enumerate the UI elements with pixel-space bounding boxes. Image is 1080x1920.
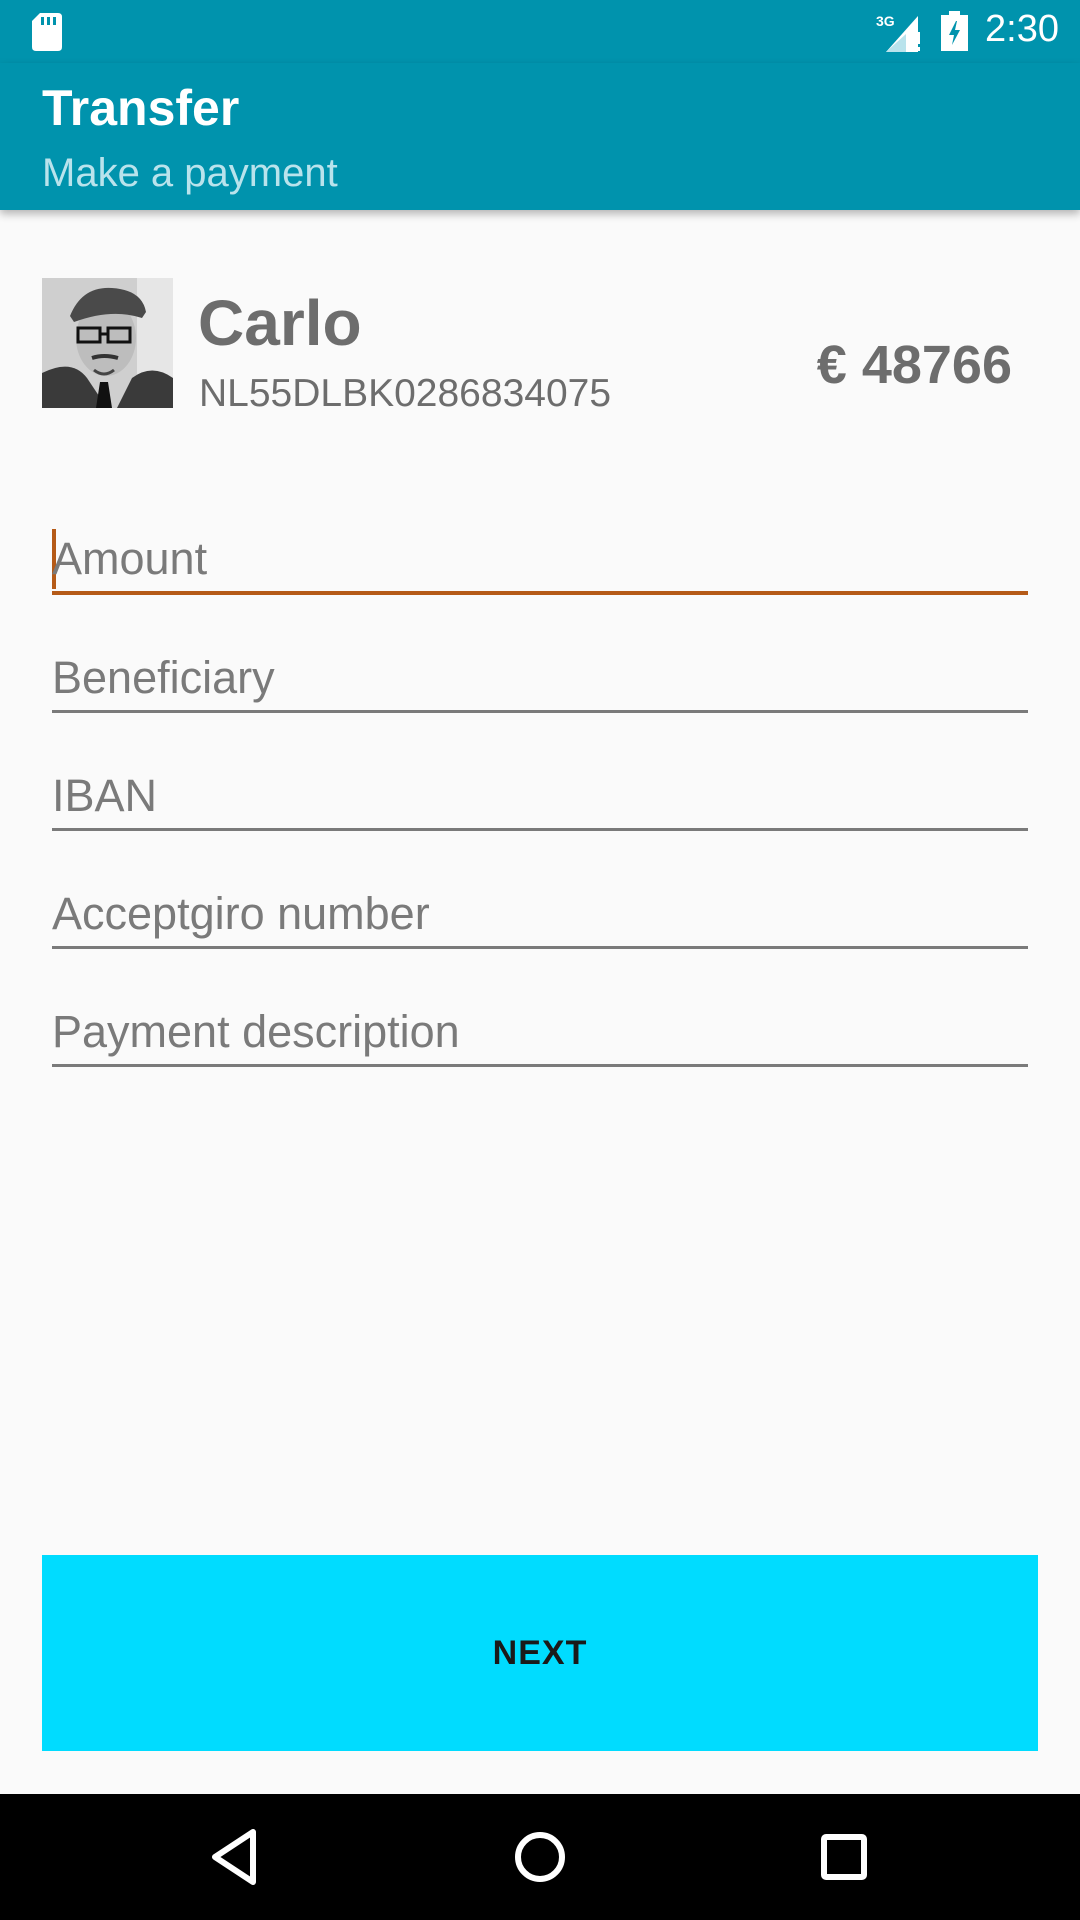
clock: 2:30 bbox=[985, 8, 1059, 50]
app-bar: Transfer Make a payment bbox=[0, 63, 1080, 210]
next-button[interactable]: NEXT bbox=[42, 1555, 1038, 1751]
status-bar: 3G 2:30 bbox=[0, 0, 1080, 63]
svg-text:3G: 3G bbox=[876, 13, 895, 29]
amount-field-container bbox=[52, 527, 1028, 595]
iban-input[interactable] bbox=[52, 764, 1028, 828]
navigation-bar bbox=[0, 1794, 1080, 1920]
iban-field-container bbox=[52, 764, 1028, 831]
sd-card-icon bbox=[32, 13, 62, 51]
amount-input[interactable] bbox=[52, 527, 1028, 591]
battery-charging-icon bbox=[941, 11, 968, 51]
acceptgiro-input[interactable] bbox=[52, 882, 1028, 946]
avatar bbox=[42, 278, 173, 408]
signal-3g-icon: 3G bbox=[876, 13, 920, 52]
beneficiary-field-container bbox=[52, 646, 1028, 713]
profile-photo-icon bbox=[42, 278, 173, 408]
home-icon[interactable] bbox=[507, 1824, 573, 1890]
account-iban: NL55DLBK0286834075 bbox=[199, 372, 612, 415]
description-field-container bbox=[52, 1000, 1028, 1067]
account-balance: € 48766 bbox=[816, 335, 1012, 395]
beneficiary-input[interactable] bbox=[52, 646, 1028, 710]
page-title: Transfer bbox=[42, 80, 240, 136]
payment-description-input[interactable] bbox=[52, 1000, 1028, 1064]
acceptgiro-field-container bbox=[52, 882, 1028, 949]
account-name: Carlo bbox=[198, 287, 362, 359]
next-button-label: NEXT bbox=[492, 1633, 588, 1672]
recents-icon[interactable] bbox=[811, 1824, 877, 1890]
back-icon[interactable] bbox=[203, 1824, 269, 1890]
page-subtitle: Make a payment bbox=[42, 151, 338, 195]
